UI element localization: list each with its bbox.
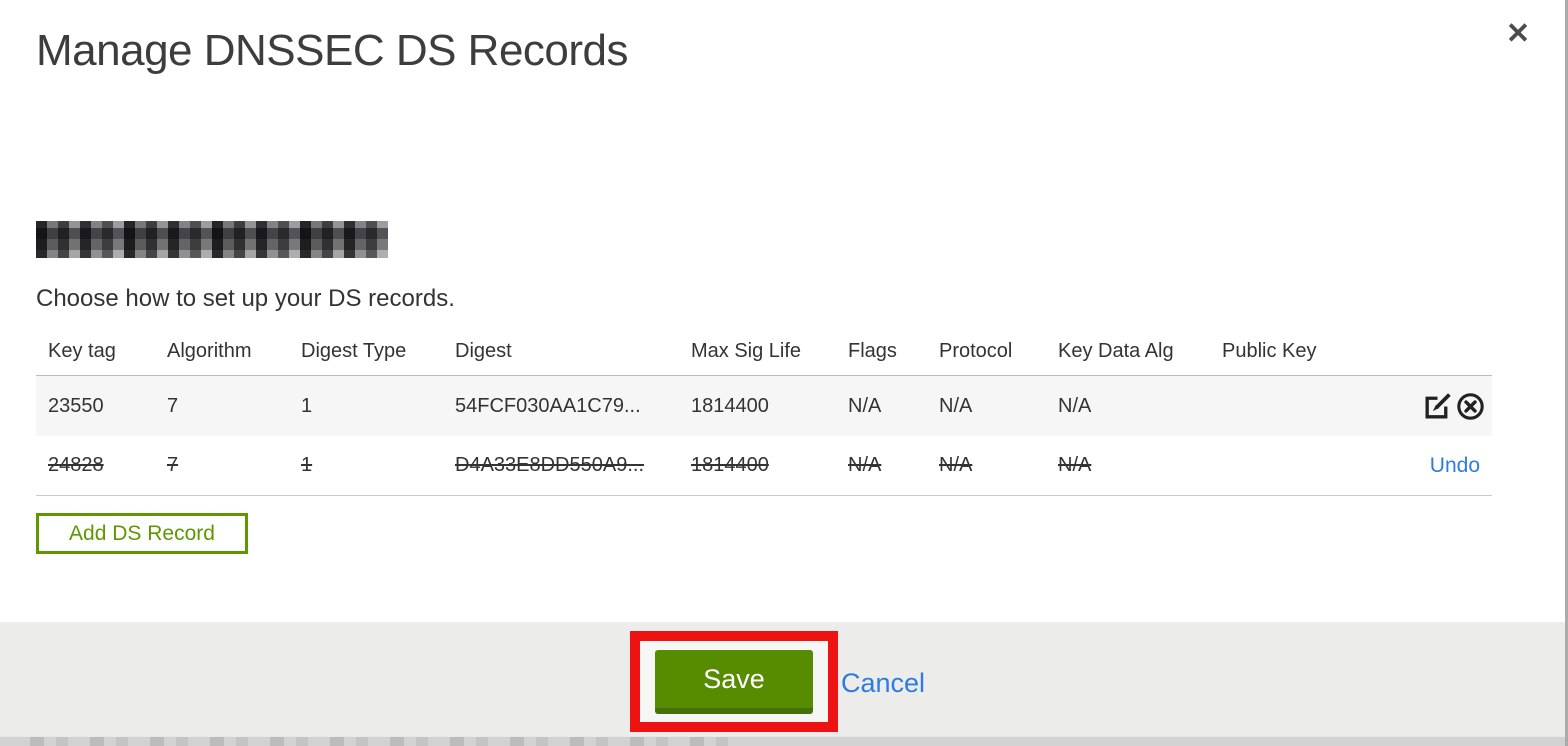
- cell-algorithm: 7: [167, 394, 179, 417]
- cell-protocol: N/A: [939, 454, 973, 476]
- cell-digest-type: 1: [301, 394, 313, 417]
- page-title: Manage DNSSEC DS Records: [36, 26, 629, 75]
- background-page-edge: [0, 736, 1568, 746]
- row-actions: Undo: [1372, 454, 1492, 478]
- cell-max-sig-life: 1814400: [691, 454, 769, 476]
- cell-algorithm: 7: [167, 454, 179, 476]
- cell-flags: N/A: [848, 394, 882, 417]
- close-icon[interactable]: ✕: [1500, 16, 1536, 52]
- undo-link[interactable]: Undo: [1430, 454, 1486, 478]
- redacted-domain-name: [36, 221, 388, 258]
- column-header-algorithm: Algorithm: [167, 340, 252, 362]
- cell-digest: D4A33E8DD550A9...: [455, 454, 645, 476]
- cell-flags: N/A: [848, 454, 882, 476]
- dnssec-modal: Manage DNSSEC DS Records ✕ Choose how to…: [0, 0, 1568, 746]
- column-header-flags: Flags: [848, 340, 897, 362]
- save-button[interactable]: Save: [655, 650, 813, 714]
- cell-digest: 54FCF030AA1C79...: [455, 394, 641, 417]
- remove-icon[interactable]: [1454, 390, 1486, 422]
- add-ds-record-button[interactable]: Add DS Record: [36, 513, 248, 554]
- cell-key-data-alg: N/A: [1058, 394, 1092, 417]
- row-actions: [1372, 390, 1492, 422]
- instruction-text: Choose how to set up your DS records.: [36, 285, 455, 312]
- ds-records-table: Key tag Algorithm Digest Type Digest Max…: [36, 328, 1492, 496]
- table-row: 23550 7 1 54FCF030AA1C79... 1814400 N/A …: [36, 375, 1492, 436]
- column-header-key-data-alg: Key Data Alg: [1058, 340, 1174, 362]
- column-header-digest: Digest: [455, 340, 512, 362]
- cell-digest-type: 1: [301, 454, 313, 476]
- column-header-key-tag: Key tag: [48, 340, 116, 362]
- column-header-digest-type: Digest Type: [301, 340, 407, 362]
- table-header-row: Key tag Algorithm Digest Type Digest Max…: [36, 328, 1492, 375]
- column-header-protocol: Protocol: [939, 340, 1013, 362]
- cell-key-tag: 24828: [48, 454, 104, 476]
- cell-key-tag: 23550: [48, 394, 104, 417]
- cell-protocol: N/A: [939, 394, 973, 417]
- table-row: 24828 7 1 D4A33E8DD550A9... 1814400 N/A …: [36, 436, 1492, 496]
- cell-max-sig-life: 1814400: [691, 394, 769, 417]
- column-header-max-sig-life: Max Sig Life: [691, 340, 802, 362]
- cancel-link[interactable]: Cancel: [841, 668, 925, 699]
- column-header-public-key: Public Key: [1222, 340, 1317, 362]
- edit-icon[interactable]: [1421, 390, 1453, 422]
- cell-key-data-alg: N/A: [1058, 454, 1092, 476]
